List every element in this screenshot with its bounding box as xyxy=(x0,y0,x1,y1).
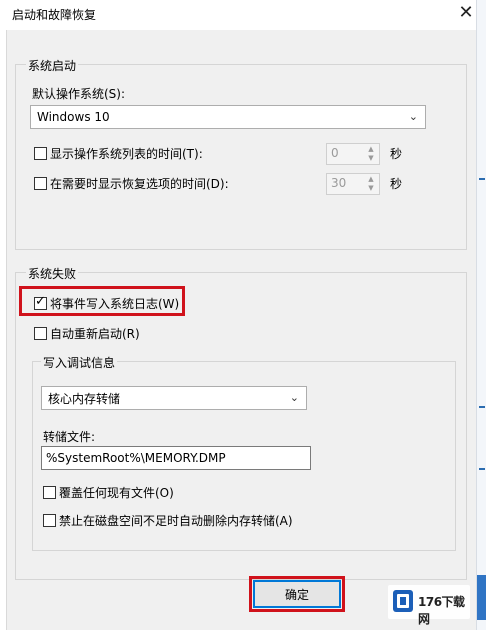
ok-button[interactable]: 确定 xyxy=(253,580,341,608)
watermark: 176下载网 xyxy=(388,585,470,626)
dump-file-input[interactable] xyxy=(41,446,311,470)
watermark-logo-icon xyxy=(393,590,413,612)
edge-mark xyxy=(479,178,485,180)
debug-info-title: 写入调试信息 xyxy=(41,354,118,371)
dump-file-label: 转储文件: xyxy=(43,430,96,444)
dump-type-value: 核心内存转储 xyxy=(48,391,121,406)
spin-arrows-icon[interactable]: ▲ ▼ xyxy=(365,175,377,193)
show-os-list-unit: 秒 xyxy=(390,147,403,161)
disable-auto-delete-label: 禁止在磁盘空间不足时自动删除内存转储(A) xyxy=(59,514,293,528)
show-recovery-unit: 秒 xyxy=(390,177,403,191)
window-title: 启动和故障恢复 xyxy=(12,8,97,22)
default-os-value: Windows 10 xyxy=(37,110,110,124)
spin-arrows-icon[interactable]: ▲ ▼ xyxy=(365,145,377,163)
auto-restart-label: 自动重新启动(R) xyxy=(50,327,140,341)
disable-auto-delete-checkbox[interactable] xyxy=(43,514,56,527)
chevron-down-icon: ⌄ xyxy=(408,110,418,123)
background-window-edge xyxy=(476,0,486,630)
edge-bar xyxy=(477,575,486,620)
show-os-list-spinner[interactable]: 0 ▲ ▼ xyxy=(326,143,380,165)
dialog-body: 系统启动 默认操作系统(S): Windows 10 ⌄ 显示操作系统列表的时间… xyxy=(6,30,476,630)
system-startup-title: 系统启动 xyxy=(26,57,79,74)
close-icon[interactable]: ✕ xyxy=(455,3,477,25)
show-os-list-value: 0 xyxy=(331,146,339,160)
overwrite-checkbox[interactable] xyxy=(43,486,56,499)
auto-restart-checkbox[interactable] xyxy=(34,327,47,340)
system-startup-group: 系统启动 默认操作系统(S): Windows 10 ⌄ 显示操作系统列表的时间… xyxy=(15,57,467,250)
default-os-label: 默认操作系统(S): xyxy=(32,87,126,101)
show-recovery-value: 30 xyxy=(331,176,347,190)
chevron-down-icon: ⌄ xyxy=(289,391,299,404)
show-os-list-label: 显示操作系统列表的时间(T): xyxy=(50,147,203,161)
title-bar: 启动和故障恢复 ✕ xyxy=(0,0,476,30)
watermark-text: 176下载网 xyxy=(418,595,465,626)
system-failure-group: 系统失败 ✓ 将事件写入系统日志(W) 自动重新启动(R) 写入调试信息 核心内… xyxy=(15,265,467,580)
show-recovery-label: 在需要时显示恢复选项的时间(D): xyxy=(50,177,229,191)
edge-mark xyxy=(479,406,485,408)
show-os-list-checkbox[interactable] xyxy=(34,147,47,160)
overwrite-label: 覆盖任何现有文件(O) xyxy=(59,486,174,500)
highlight-box xyxy=(19,286,185,316)
show-recovery-spinner[interactable]: 30 ▲ ▼ xyxy=(326,173,380,195)
debug-info-group: 写入调试信息 核心内存转储 ⌄ 转储文件: 覆盖任何现有文件(O) 禁止在磁盘空… xyxy=(32,354,456,551)
dump-type-select[interactable]: 核心内存转储 ⌄ xyxy=(41,386,307,410)
default-os-select[interactable]: Windows 10 ⌄ xyxy=(30,105,426,129)
startup-recovery-dialog: 启动和故障恢复 ✕ 系统启动 默认操作系统(S): Windows 10 ⌄ 显… xyxy=(0,0,486,630)
edge-mark xyxy=(479,468,485,470)
show-recovery-checkbox[interactable] xyxy=(34,177,47,190)
system-failure-title: 系统失败 xyxy=(26,265,79,282)
